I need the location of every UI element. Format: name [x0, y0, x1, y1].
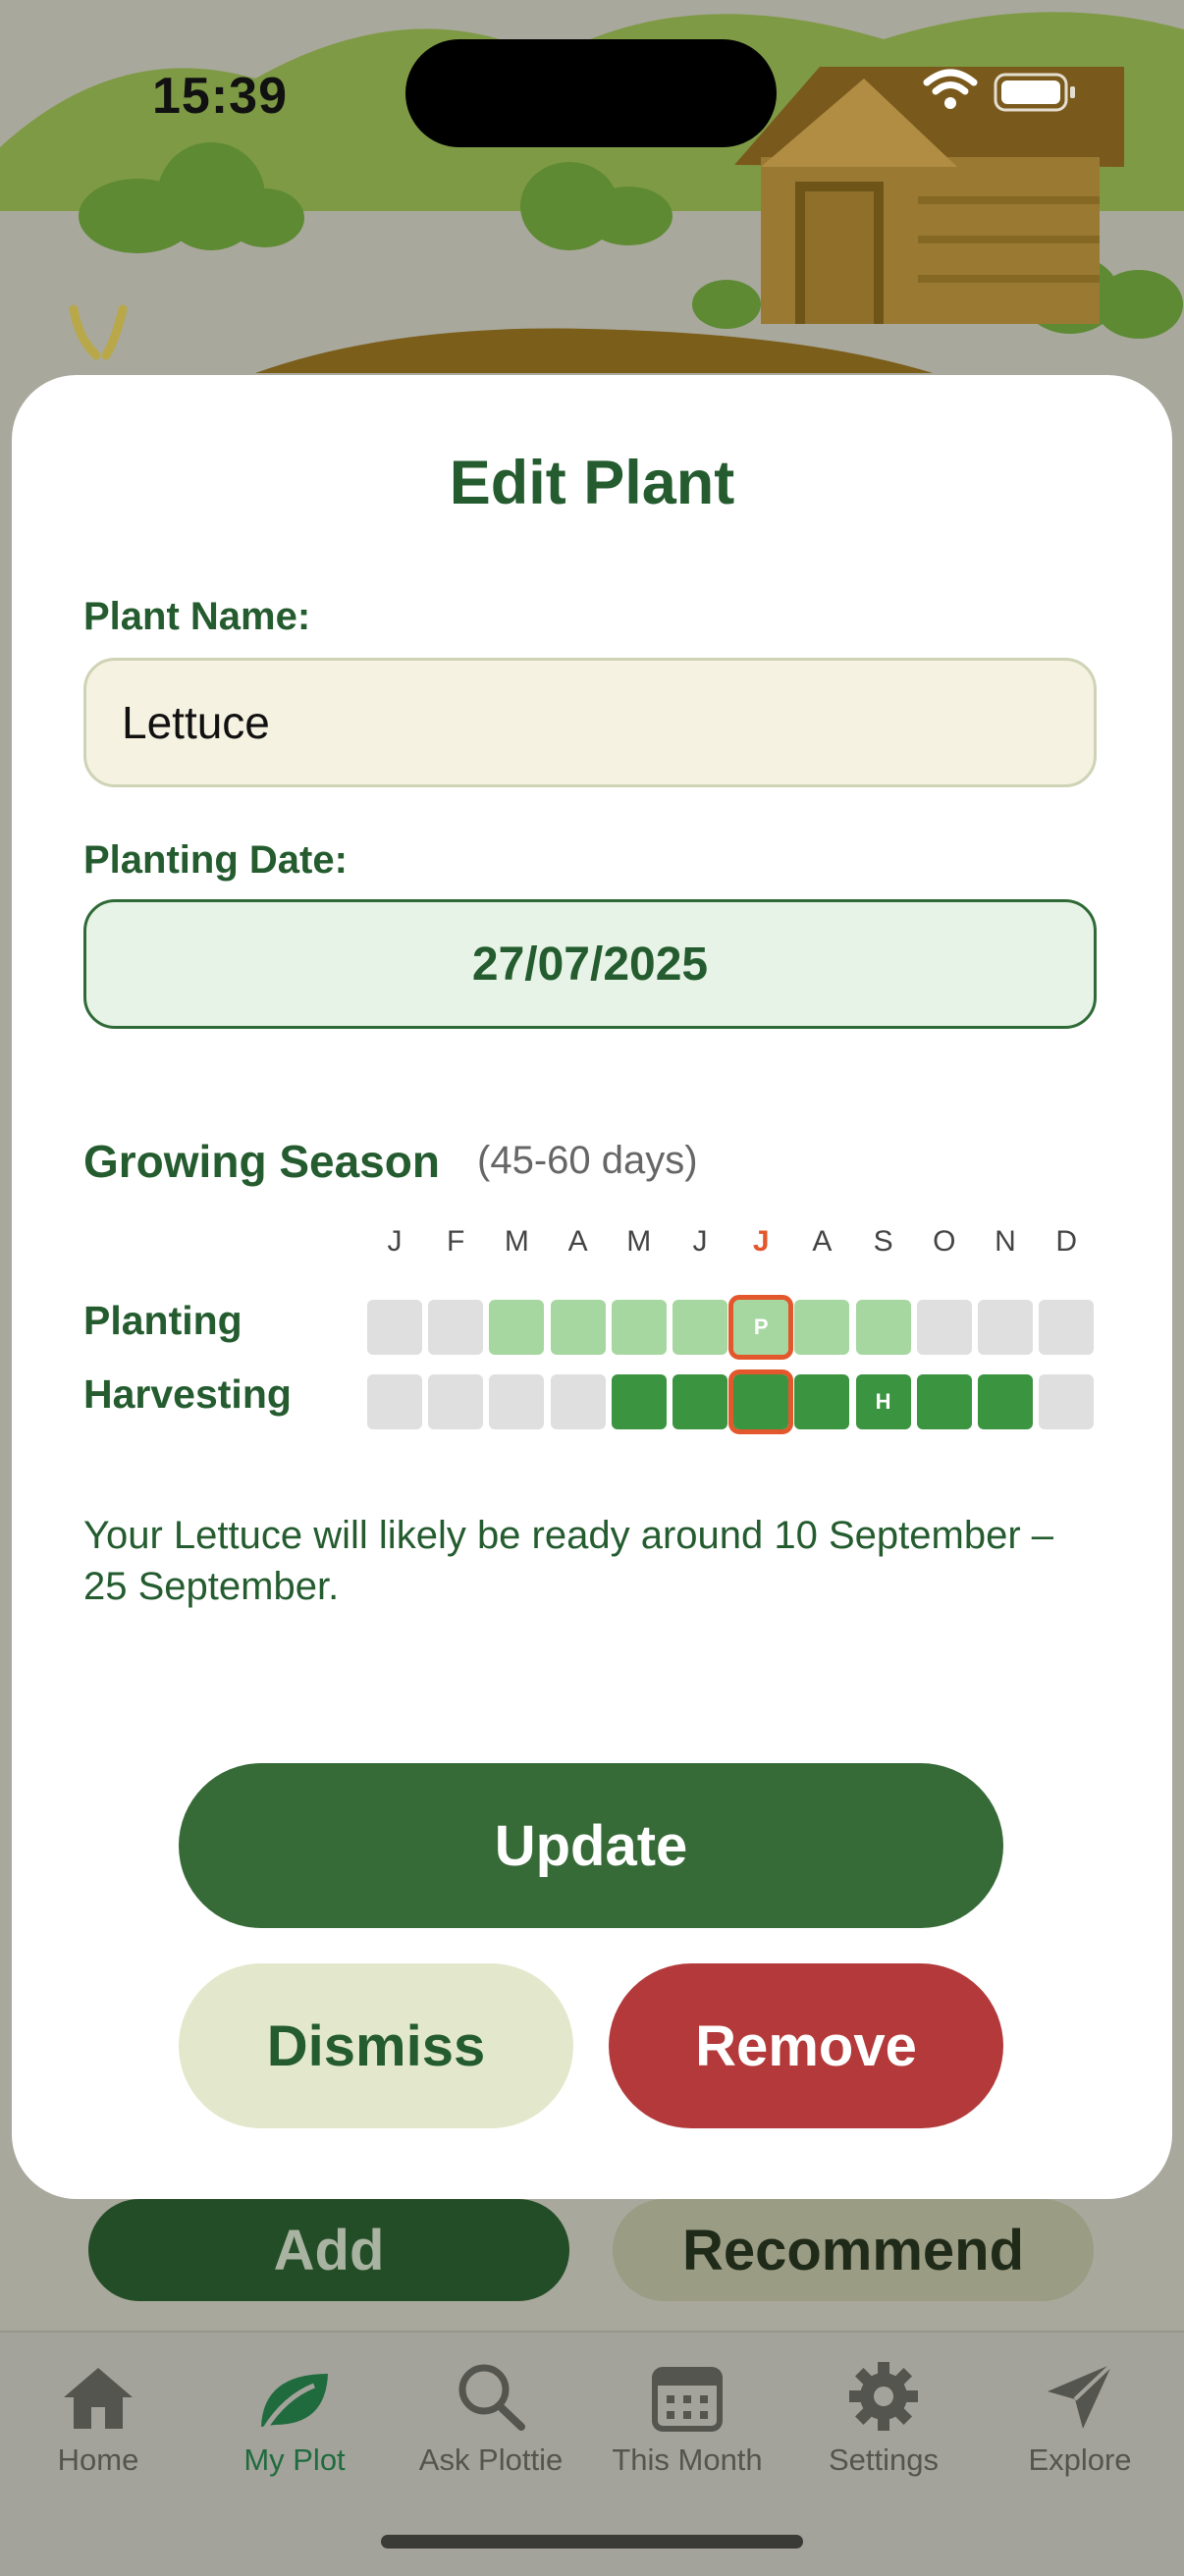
planting-cell: [855, 1300, 911, 1355]
planting-cell: [794, 1300, 850, 1355]
tab-explore[interactable]: Explore: [982, 2354, 1178, 2478]
paper-plane-icon: [1048, 2362, 1114, 2429]
dynamic-island: [405, 39, 777, 147]
planting-cell: [428, 1300, 484, 1355]
tab-ask-plottie[interactable]: Ask Plottie: [393, 2354, 589, 2478]
month-label: F: [447, 1225, 465, 1258]
remove-button[interactable]: Remove: [609, 1963, 1003, 2128]
recommend-button: Recommend: [613, 2199, 1094, 2301]
tab-label-explore: Explore: [1028, 2442, 1132, 2477]
leaf-icon: [261, 2374, 328, 2431]
planting-date-picker[interactable]: 27/07/2025: [83, 899, 1097, 1029]
gear-icon: [849, 2362, 918, 2431]
add-button: Add: [88, 2199, 569, 2301]
planting-cell: [489, 1300, 545, 1355]
planting-cell: [673, 1300, 727, 1355]
harvesting-cell: [916, 1374, 972, 1429]
house-icon: [64, 2368, 133, 2429]
status-bar: 15:39: [0, 39, 1184, 147]
month-label: A: [567, 1225, 588, 1258]
growing-season-title: Growing Season: [83, 1136, 440, 1187]
tab-label-my-plot: My Plot: [243, 2442, 346, 2477]
planting-date-label: Planting Date:: [83, 838, 348, 882]
plant-name-input[interactable]: Lettuce: [83, 658, 1097, 787]
calendar-icon: [652, 2367, 723, 2432]
month-label: J: [752, 1225, 770, 1258]
planting-cell: [1039, 1300, 1095, 1355]
harvesting-cell: [978, 1374, 1033, 1429]
tab-my-plot[interactable]: My Plot: [196, 2354, 393, 2478]
harvesting-calendar-row: H: [367, 1369, 1113, 1434]
planting-cell: [550, 1300, 606, 1355]
tab-home[interactable]: Home: [0, 2354, 196, 2478]
harvesting-cell: [611, 1374, 667, 1429]
harvesting-cell: [1039, 1374, 1095, 1429]
month-header: JFMAMJJASOND: [367, 1225, 1113, 1274]
planting-cell: [611, 1300, 667, 1355]
tab-label-home: Home: [57, 2442, 139, 2477]
planting-row-label: Planting: [83, 1298, 242, 1343]
month-label: D: [1055, 1225, 1078, 1258]
harvest-estimate-message: Your Lettuce will likely be ready around…: [83, 1514, 1054, 1608]
harvesting-cell: [794, 1374, 850, 1429]
update-button[interactable]: Update: [179, 1763, 1003, 1928]
tab-this-month[interactable]: This Month: [589, 2354, 785, 2478]
magnifier-icon: [458, 2364, 525, 2431]
month-label: J: [387, 1225, 403, 1258]
planting-cell: [916, 1300, 972, 1355]
month-label: O: [933, 1225, 956, 1258]
tab-label-settings: Settings: [828, 2442, 939, 2477]
planting-cell: [978, 1300, 1033, 1355]
harvesting-cell: [367, 1374, 422, 1429]
harvesting-cell: H: [855, 1374, 911, 1429]
month-label: N: [995, 1225, 1016, 1258]
wifi-icon: [923, 69, 978, 109]
harvesting-cell: [728, 1369, 794, 1434]
month-label: A: [812, 1225, 833, 1258]
dismiss-button[interactable]: Dismiss: [179, 1963, 573, 2128]
plant-name-label: Plant Name:: [83, 595, 311, 638]
edit-plant-sheet: Edit Plant Plant Name: Lettuce Planting …: [12, 375, 1172, 2199]
tab-settings[interactable]: Settings: [785, 2354, 982, 2478]
battery-icon: [994, 73, 1075, 112]
month-label: M: [626, 1225, 652, 1258]
planting-cell: P: [728, 1295, 794, 1360]
harvesting-cell: [428, 1374, 484, 1429]
harvesting-row-label: Harvesting: [83, 1371, 292, 1417]
planting-calendar-row: P: [367, 1295, 1113, 1360]
sheet-title: Edit Plant: [449, 449, 735, 517]
tab-label-ask-plottie: Ask Plottie: [418, 2442, 564, 2477]
harvesting-cell: [550, 1374, 606, 1429]
month-label: M: [504, 1225, 529, 1258]
month-label: J: [692, 1225, 708, 1258]
harvesting-cell: [489, 1374, 545, 1429]
growing-season-duration: (45-60 days): [477, 1139, 698, 1182]
planting-cell: [367, 1300, 422, 1355]
tab-label-this-month: This Month: [612, 2442, 763, 2477]
harvesting-cell: [673, 1374, 727, 1429]
status-time: 15:39: [152, 68, 288, 125]
month-label: S: [873, 1225, 893, 1258]
home-indicator: [381, 2535, 803, 2549]
